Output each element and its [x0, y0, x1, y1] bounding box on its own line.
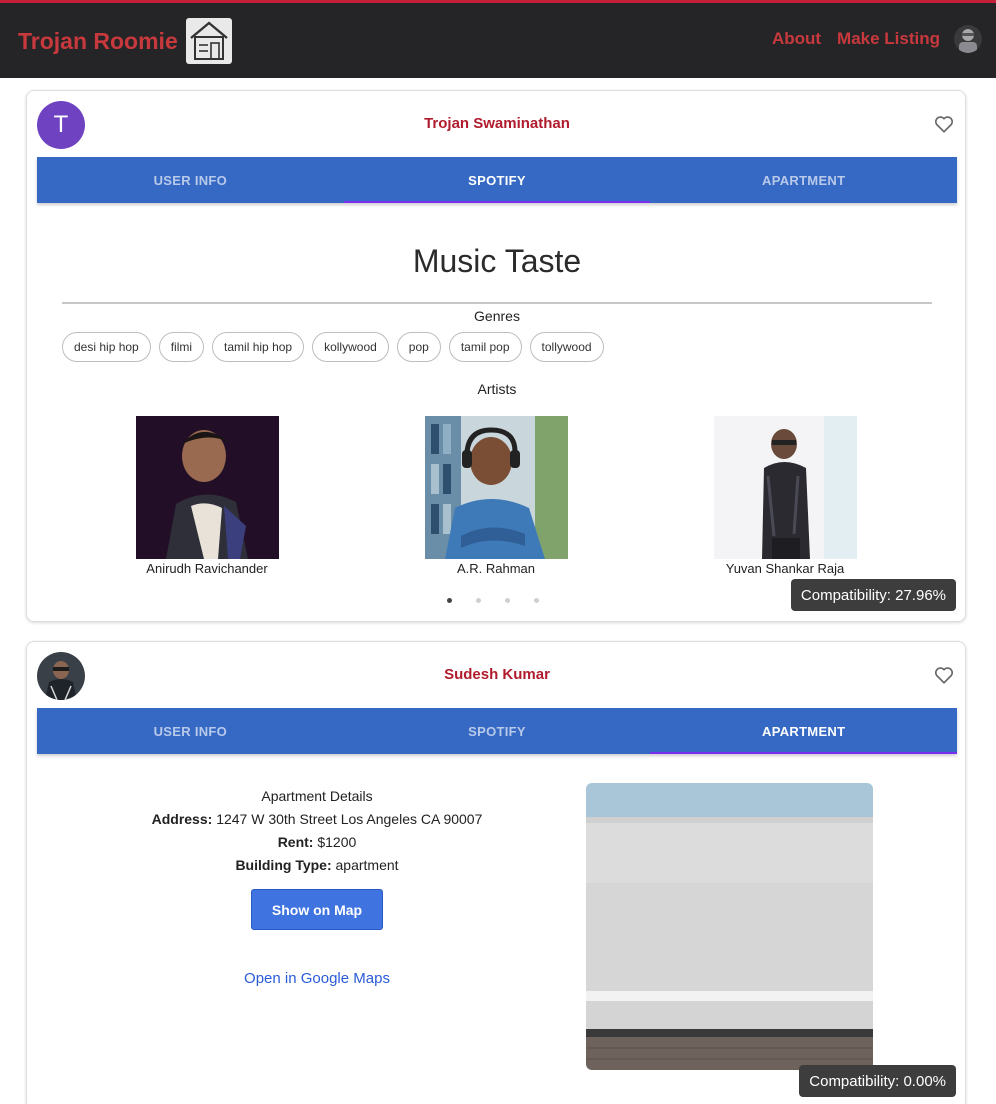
show-on-map-button[interactable]: Show on Map	[251, 889, 383, 930]
artists-label: Artists	[477, 381, 517, 397]
brand-title[interactable]: Trojan Roomie	[18, 28, 178, 55]
carousel-dot[interactable]	[447, 598, 452, 603]
rent-value: $1200	[317, 834, 357, 850]
genre-chip[interactable]: pop	[396, 332, 441, 362]
divider	[62, 302, 932, 304]
tab-user-info[interactable]: USER INFO	[37, 157, 344, 203]
navbar: Trojan Roomie About Make Listing	[0, 0, 996, 78]
nav-about-link[interactable]: About	[772, 29, 821, 49]
genre-list: desi hip hop filmi tamil hip hop kollywo…	[62, 332, 612, 362]
apartment-details: Apartment Details Address: 1247 W 30th S…	[67, 785, 567, 877]
genre-chip[interactable]: kollywood	[312, 332, 389, 362]
rent-row: Rent: $1200	[67, 831, 567, 854]
artist-name: Yuvan Shankar Raja	[725, 561, 845, 576]
artist-photo	[135, 416, 279, 559]
address-value: 1247 W 30th Street Los Angeles CA 90007	[216, 811, 483, 827]
nav-links: About Make Listing	[756, 25, 982, 53]
rent-label: Rent:	[277, 834, 314, 850]
heart-icon[interactable]	[933, 664, 955, 686]
roommate-card: Sudesh Kumar USER INFO SPOTIFY APARTMENT…	[26, 641, 966, 1104]
google-maps-link[interactable]: Open in Google Maps	[177, 970, 457, 987]
house-icon	[185, 18, 232, 64]
tab-user-info[interactable]: USER INFO	[37, 708, 344, 754]
card-name: Trojan Swaminathan	[424, 115, 570, 132]
genre-chip[interactable]: filmi	[158, 332, 205, 362]
building-type-value: apartment	[335, 857, 399, 873]
address-label: Address:	[151, 811, 213, 827]
user-avatar-icon[interactable]	[954, 25, 982, 53]
artist-photo	[424, 416, 568, 559]
artist-item[interactable]: A.R. Rahman	[396, 416, 596, 576]
building-type-label: Building Type:	[235, 857, 332, 873]
carousel-dot[interactable]	[476, 598, 481, 603]
apartment-photo[interactable]	[586, 783, 873, 1070]
artist-item[interactable]: Yuvan Shankar Raja	[685, 416, 885, 576]
music-taste-title: Music Taste	[412, 243, 582, 279]
artist-photo	[713, 416, 857, 559]
building-type-row: Building Type: apartment	[67, 854, 567, 877]
nav-make-listing-link[interactable]: Make Listing	[837, 29, 940, 49]
roommate-card: T Trojan Swaminathan USER INFO SPOTIFY A…	[26, 90, 966, 622]
artist-name: A.R. Rahman	[456, 561, 536, 576]
artist-name: Anirudh Ravichander	[146, 561, 268, 576]
genre-chip[interactable]: tamil pop	[448, 332, 522, 362]
card-tabs: USER INFO SPOTIFY APARTMENT	[37, 708, 957, 754]
card-tabs: USER INFO SPOTIFY APARTMENT	[37, 157, 957, 203]
address-row: Address: 1247 W 30th Street Los Angeles …	[67, 808, 567, 831]
compatibility-badge: Compatibility: 27.96%	[790, 579, 956, 611]
heart-icon[interactable]	[933, 113, 955, 135]
genre-chip[interactable]: tollywood	[529, 332, 604, 362]
genres-label: Genres	[474, 308, 520, 324]
genre-chip[interactable]: desi hip hop	[62, 332, 151, 362]
carousel-dots	[447, 598, 563, 603]
tab-spotify[interactable]: SPOTIFY	[344, 708, 651, 754]
carousel-dot[interactable]	[505, 598, 510, 603]
brand[interactable]: Trojan Roomie	[18, 16, 232, 66]
artist-item[interactable]: Anirudh Ravichander	[107, 416, 307, 576]
tab-apartment[interactable]: APARTMENT	[650, 708, 957, 754]
compatibility-badge: Compatibility: 0.00%	[799, 1065, 956, 1097]
tab-spotify[interactable]: SPOTIFY	[343, 157, 651, 203]
carousel-dot[interactable]	[534, 598, 539, 603]
apartment-heading: Apartment Details	[261, 788, 373, 804]
tab-apartment[interactable]: APARTMENT	[650, 157, 957, 203]
card-name: Sudesh Kumar	[444, 666, 550, 683]
genre-chip[interactable]: tamil hip hop	[212, 332, 305, 362]
